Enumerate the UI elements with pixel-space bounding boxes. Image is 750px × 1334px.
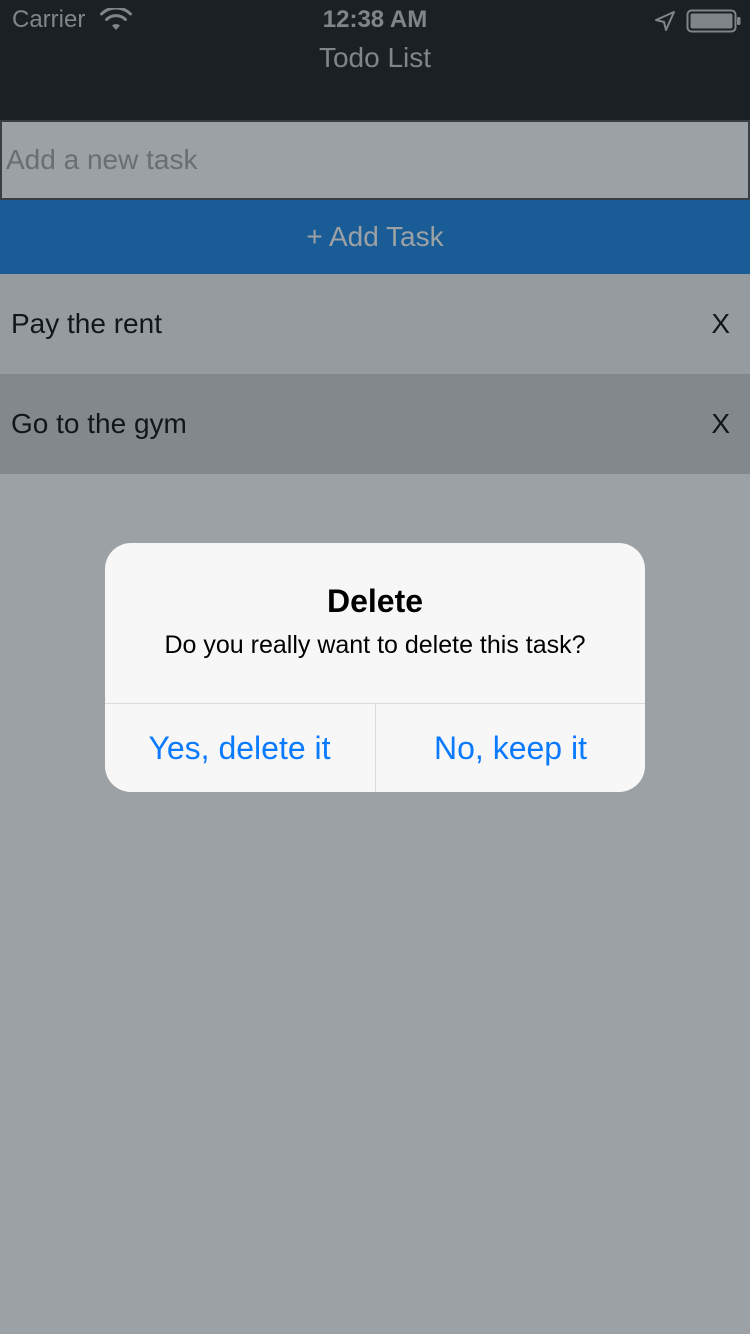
confirm-delete-button[interactable]: Yes, delete it bbox=[105, 704, 374, 792]
cancel-delete-button[interactable]: No, keep it bbox=[376, 704, 645, 792]
app-screen: Carrier 12:38 AM Todo List + Add Task Pa… bbox=[0, 0, 750, 1334]
dialog-title: Delete bbox=[326, 583, 424, 619]
dialog-message: Do you really want to delete this task? bbox=[164, 631, 586, 659]
delete-confirmation-dialog: Delete Do you really want to delete this… bbox=[105, 543, 645, 792]
